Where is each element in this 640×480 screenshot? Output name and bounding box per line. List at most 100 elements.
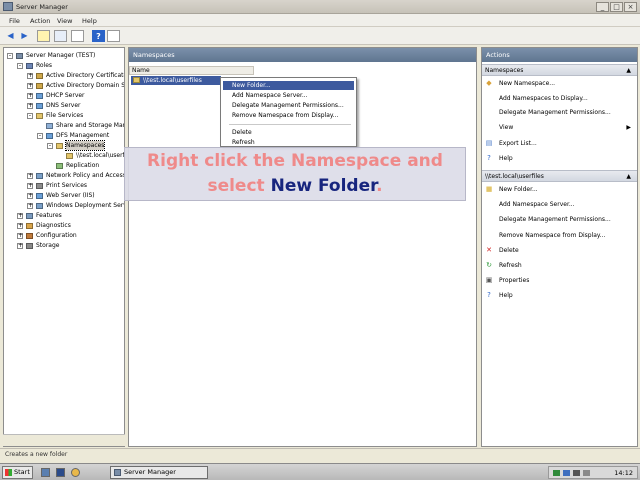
tray-flag-icon[interactable]: [583, 470, 590, 476]
server-manager-quicklaunch-icon[interactable]: [41, 468, 50, 477]
internet-explorer-icon[interactable]: [71, 468, 80, 477]
tree-node[interactable]: Web Server (IIS): [46, 191, 95, 200]
clock[interactable]: 14:12: [614, 469, 633, 477]
toolbar: ◀ ▶ ?: [0, 27, 640, 45]
action-item[interactable]: ✕ Delete: [485, 245, 635, 256]
tree-expander[interactable]: -: [7, 53, 13, 59]
tree-node[interactable]: Roles: [36, 61, 52, 70]
context-menu-refresh[interactable]: Refresh: [223, 138, 354, 147]
action-item[interactable]: Delegate Management Permissions...: [485, 107, 635, 118]
tree-expander[interactable]: +: [27, 173, 33, 179]
tree-node[interactable]: Print Services: [46, 181, 87, 190]
action-item[interactable]: ↻ Refresh: [485, 260, 635, 271]
tree-node[interactable]: DFS Management: [56, 131, 109, 140]
tree-expander[interactable]: -: [27, 113, 33, 119]
tree-node[interactable]: Active Directory Certificate: [46, 71, 124, 80]
context-menu-delete[interactable]: Delete: [223, 128, 354, 137]
tree-node[interactable]: Network Policy and Access: [46, 171, 124, 180]
tray-volume-icon[interactable]: [573, 470, 580, 476]
tree-expander[interactable]: +: [27, 103, 33, 109]
column-header-name[interactable]: Name: [129, 66, 254, 75]
action-item[interactable]: ? Help: [485, 153, 635, 164]
minimize-button[interactable]: _: [596, 2, 609, 12]
close-button[interactable]: ×: [624, 2, 637, 12]
tree-node[interactable]: Namespaces: [64, 140, 106, 151]
tree-node[interactable]: Storage: [36, 241, 59, 250]
tree-node[interactable]: DHCP Server: [46, 91, 85, 100]
action-item[interactable]: Remove Namespace from Display...: [485, 230, 635, 241]
tray-monitor-icon[interactable]: [563, 470, 570, 476]
action-item[interactable]: Add Namespace Server...: [485, 199, 635, 210]
tree-expander[interactable]: +: [17, 213, 23, 219]
tree-node[interactable]: File Services: [46, 111, 83, 120]
action-item[interactable]: ▣ Properties: [485, 275, 635, 286]
taskbar-server-manager[interactable]: Server Manager: [110, 466, 208, 479]
actions-section-header[interactable]: Namespaces ▲: [482, 64, 637, 76]
tree-node[interactable]: Configuration: [36, 231, 77, 240]
tree-expander[interactable]: +: [27, 203, 33, 209]
tree-horizontal-scrollbar[interactable]: [3, 434, 125, 446]
actions-pane: Actions Namespaces ▲ ◆ New Namespace... Add …: [481, 47, 638, 447]
status-bar: Creates a new folder: [0, 448, 640, 461]
context-menu-delegate-permissions[interactable]: Delegate Management Permissions...: [223, 101, 354, 110]
tree-expander[interactable]: -: [37, 133, 43, 139]
tree-node[interactable]: Features: [36, 211, 62, 220]
tree-node[interactable]: Share and Storage Mar: [56, 121, 124, 130]
action-item[interactable]: View ▶: [485, 122, 635, 133]
tree-expander[interactable]: +: [17, 223, 23, 229]
back-arrow-icon[interactable]: ◀: [4, 30, 17, 42]
actions-pane-title: Actions: [482, 48, 637, 62]
tree-expander[interactable]: +: [27, 93, 33, 99]
tree-expander[interactable]: -: [47, 143, 53, 149]
export-list-icon[interactable]: [71, 30, 84, 42]
collapse-arrow-icon[interactable]: ▲: [626, 171, 631, 182]
tree-node-icon: [26, 243, 33, 249]
start-button[interactable]: Start: [2, 466, 33, 479]
action-item[interactable]: ◆ New Namespace...: [485, 78, 635, 89]
tree-node[interactable]: Server Manager (TEST): [26, 51, 95, 60]
powershell-icon[interactable]: [56, 468, 65, 477]
menu-file[interactable]: File: [9, 17, 20, 25]
namespace-row[interactable]: \\test.local\userfiles: [131, 76, 221, 85]
properties-icon[interactable]: [107, 30, 120, 42]
tree-node-icon: [36, 183, 43, 189]
up-folder-icon[interactable]: [37, 30, 50, 42]
show-hide-tree-icon[interactable]: [54, 30, 67, 42]
tree-node[interactable]: Diagnostics: [36, 221, 71, 230]
actions-section-header[interactable]: \\test.local\userfiles ▲: [482, 170, 637, 182]
tree-expander[interactable]: +: [27, 193, 33, 199]
context-menu-new-folder[interactable]: New Folder...: [223, 81, 354, 90]
tree-node[interactable]: Replication: [66, 161, 99, 170]
tree-expander[interactable]: +: [17, 243, 23, 249]
tree-node[interactable]: Active Directory Domain Se: [46, 81, 124, 90]
maximize-button[interactable]: □: [610, 2, 623, 12]
tree-node[interactable]: DNS Server: [46, 101, 81, 110]
context-menu-remove-namespace[interactable]: Remove Namespace from Display...: [223, 111, 354, 120]
tree-node[interactable]: \\test.local\userfiles: [76, 151, 124, 160]
context-menu-add-namespace-server[interactable]: Add Namespace Server...: [223, 91, 354, 100]
action-item-label: Help: [499, 292, 513, 300]
menu-help[interactable]: Help: [82, 17, 97, 25]
tree-node[interactable]: Windows Deployment Servi: [46, 201, 124, 210]
tree-expander[interactable]: +: [27, 183, 33, 189]
forward-arrow-icon[interactable]: ▶: [18, 30, 31, 42]
menu-view[interactable]: View: [57, 17, 72, 25]
action-item[interactable]: ▤ Export List...: [485, 138, 635, 149]
menu-action[interactable]: Action: [30, 17, 50, 25]
tree-expander[interactable]: +: [27, 73, 33, 79]
action-item[interactable]: Add Namespaces to Display...: [485, 93, 635, 104]
callout-emphasis: New Folder: [270, 176, 377, 196]
action-item[interactable]: ■ New Folder...: [485, 184, 635, 195]
tree-expander[interactable]: -: [17, 63, 23, 69]
action-item[interactable]: ? Help: [485, 290, 635, 301]
help-icon[interactable]: ?: [92, 30, 105, 42]
tree-expander[interactable]: +: [17, 233, 23, 239]
taskbar: Start Server Manager 14:12: [0, 463, 640, 480]
tree-expander[interactable]: +: [27, 83, 33, 89]
action-item[interactable]: Delegate Management Permissions...: [485, 214, 635, 225]
tray-network-icon[interactable]: [553, 470, 560, 476]
refresh-icon: ↻: [486, 261, 492, 269]
collapse-arrow-icon[interactable]: ▲: [626, 65, 631, 76]
action-item-label: Export List...: [499, 139, 537, 147]
tree-node-icon: [56, 143, 63, 149]
